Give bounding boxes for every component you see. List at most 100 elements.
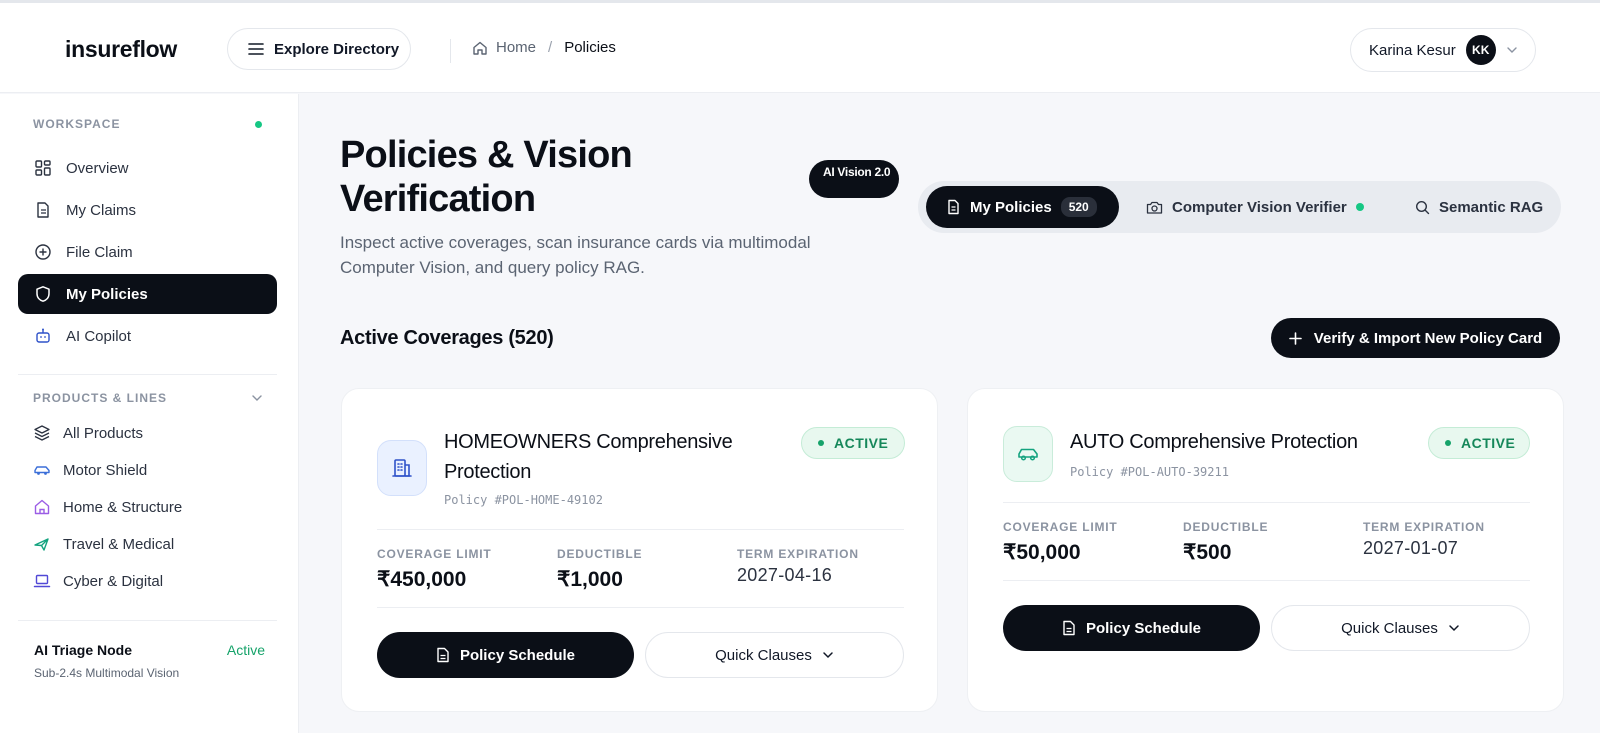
verify-import-button[interactable]: Verify & Import New Policy Card xyxy=(1271,318,1560,358)
coverage-limit-label: COVERAGE LIMIT xyxy=(1003,520,1118,534)
sidebar-item-my-policies[interactable]: My Policies xyxy=(18,274,277,314)
breadcrumb-current: Policies xyxy=(564,39,616,56)
sidebar-product-label: Travel & Medical xyxy=(63,535,175,553)
quick-clauses-label: Quick Clauses xyxy=(1341,619,1438,637)
explore-directory-label: Explore Directory xyxy=(274,40,400,58)
user-name: Karina Kesur xyxy=(1369,41,1456,59)
document-icon xyxy=(37,202,49,218)
tab-label: Computer Vision Verifier xyxy=(1172,198,1347,216)
workspace-status-dot xyxy=(255,121,262,128)
sidebar-item-label: Overview xyxy=(66,159,129,177)
camera-icon xyxy=(1146,201,1163,214)
app-logo[interactable]: insureflow xyxy=(65,36,177,63)
deductible-value: ₹500 xyxy=(1183,541,1232,564)
card-divider xyxy=(377,529,904,530)
document-icon xyxy=(437,647,449,663)
sidebar-item-label: My Policies xyxy=(66,285,148,303)
policy-schedule-label: Policy Schedule xyxy=(1085,619,1202,637)
policy-title: AUTO Comprehensive Protection xyxy=(1070,431,1358,453)
quick-clauses-button[interactable]: Quick Clauses xyxy=(1271,605,1530,651)
chevron-down-icon xyxy=(823,652,833,659)
sidebar-item-file-claim[interactable]: File Claim xyxy=(18,232,277,272)
status-badge: ACTIVE xyxy=(801,427,905,459)
quick-clauses-label: Quick Clauses xyxy=(715,646,812,664)
explore-directory-button[interactable]: Explore Directory xyxy=(227,28,411,70)
section-title: Active Coverages (520) xyxy=(340,327,554,349)
deductible-label: DEDUCTIBLE xyxy=(557,547,643,561)
sidebar-item-label: AI Copilot xyxy=(66,327,132,345)
sidebar: WORKSPACE Overview My Claims File Claim … xyxy=(0,94,299,733)
breadcrumb: Home / Policies xyxy=(472,39,616,56)
sidebar-divider xyxy=(18,374,277,375)
tab-computer-vision-verifier[interactable]: Computer Vision Verifier xyxy=(1146,186,1386,228)
tab-label: Semantic RAG xyxy=(1439,198,1544,216)
policy-title: HOMEOWNERS Comprehensive Protection xyxy=(444,431,733,483)
chevron-down-icon[interactable] xyxy=(251,394,263,402)
policy-schedule-button[interactable]: Policy Schedule xyxy=(377,632,634,678)
status-badge: ACTIVE xyxy=(1428,427,1530,459)
sidebar-product-cyber[interactable]: Cyber & Digital xyxy=(33,572,163,590)
user-menu[interactable]: Karina Kesur KK xyxy=(1350,28,1536,72)
house-icon xyxy=(34,499,50,515)
term-expiration-value: 2027-01-07 xyxy=(1363,538,1459,558)
page-subtitle: Inspect active coverages, scan insurance… xyxy=(340,233,811,277)
sidebar-item-ai-copilot[interactable]: AI Copilot xyxy=(18,316,277,356)
shield-icon xyxy=(36,286,50,302)
sidebar-product-home[interactable]: Home & Structure xyxy=(33,498,182,516)
avatar: KK xyxy=(1465,35,1496,65)
sidebar-item-label: My Claims xyxy=(66,201,136,219)
coverage-limit-value: ₹50,000 xyxy=(1003,541,1081,564)
triage-title: AI Triage Node xyxy=(34,642,133,658)
policy-card-auto: AUTO Comprehensive Protection Policy #PO… xyxy=(967,388,1564,712)
verify-import-label: Verify & Import New Policy Card xyxy=(1313,329,1543,347)
quick-clauses-button[interactable]: Quick Clauses xyxy=(645,632,904,678)
bot-icon xyxy=(36,328,50,343)
search-icon xyxy=(1415,200,1430,214)
sidebar-product-motor[interactable]: Motor Shield xyxy=(33,461,147,479)
breadcrumb-home[interactable]: Home xyxy=(496,39,536,56)
tab-semantic-rag[interactable]: Semantic RAG xyxy=(1415,186,1555,228)
status-label: ACTIVE xyxy=(834,435,889,451)
home-icon xyxy=(473,41,487,55)
sidebar-product-label: Motor Shield xyxy=(63,461,148,479)
chevron-down-icon xyxy=(1449,625,1459,632)
policy-schedule-button[interactable]: Policy Schedule xyxy=(1003,605,1260,651)
card-divider xyxy=(377,607,904,608)
tab-my-policies[interactable]: My Policies 520 xyxy=(926,186,1119,228)
sidebar-product-all[interactable]: All Products xyxy=(33,424,143,442)
triage-status: Active xyxy=(226,642,265,658)
card-divider xyxy=(1003,502,1530,503)
chevron-down-icon xyxy=(1507,47,1517,53)
grid-icon xyxy=(35,160,51,176)
coverage-limit-value: ₹450,000 xyxy=(377,568,467,591)
ai-vision-badge: AI Vision 2.0 xyxy=(809,160,899,198)
status-label: ACTIVE xyxy=(1461,435,1516,451)
policy-number: Policy #POL-HOME-49102 xyxy=(444,493,603,507)
view-tabs: My Policies 520 Computer Vision Verifier… xyxy=(918,181,1561,233)
sidebar-product-label: Home & Structure xyxy=(63,498,183,516)
top-header: insureflow Explore Directory Home / Poli… xyxy=(0,3,1600,93)
policy-number: Policy #POL-AUTO-39211 xyxy=(1070,465,1229,479)
status-dot xyxy=(818,440,824,446)
building-icon xyxy=(377,440,427,496)
document-icon xyxy=(948,199,959,215)
policy-card-home: HOMEOWNERS Comprehensive Protection Poli… xyxy=(341,388,938,712)
plus-icon xyxy=(1288,331,1302,345)
sidebar-item-my-claims[interactable]: My Claims xyxy=(18,190,277,230)
term-expiration-value: 2027-04-16 xyxy=(737,565,833,585)
sidebar-item-overview[interactable]: Overview xyxy=(18,148,277,188)
tab-label: My Policies xyxy=(970,198,1052,216)
status-dot xyxy=(1445,440,1451,446)
deductible-label: DEDUCTIBLE xyxy=(1183,520,1269,534)
workspace-label: WORKSPACE xyxy=(33,117,121,131)
car-icon xyxy=(1003,426,1053,482)
laptop-icon xyxy=(33,574,51,588)
coverage-limit-label: COVERAGE LIMIT xyxy=(377,547,492,561)
tab-status-dot xyxy=(1355,203,1364,211)
sidebar-item-label: File Claim xyxy=(66,243,133,261)
sidebar-product-travel[interactable]: Travel & Medical xyxy=(33,535,174,553)
deductible-value: ₹1,000 xyxy=(557,568,623,591)
document-icon xyxy=(1063,620,1075,636)
plane-icon xyxy=(34,538,49,551)
plus-circle-icon xyxy=(35,244,51,260)
